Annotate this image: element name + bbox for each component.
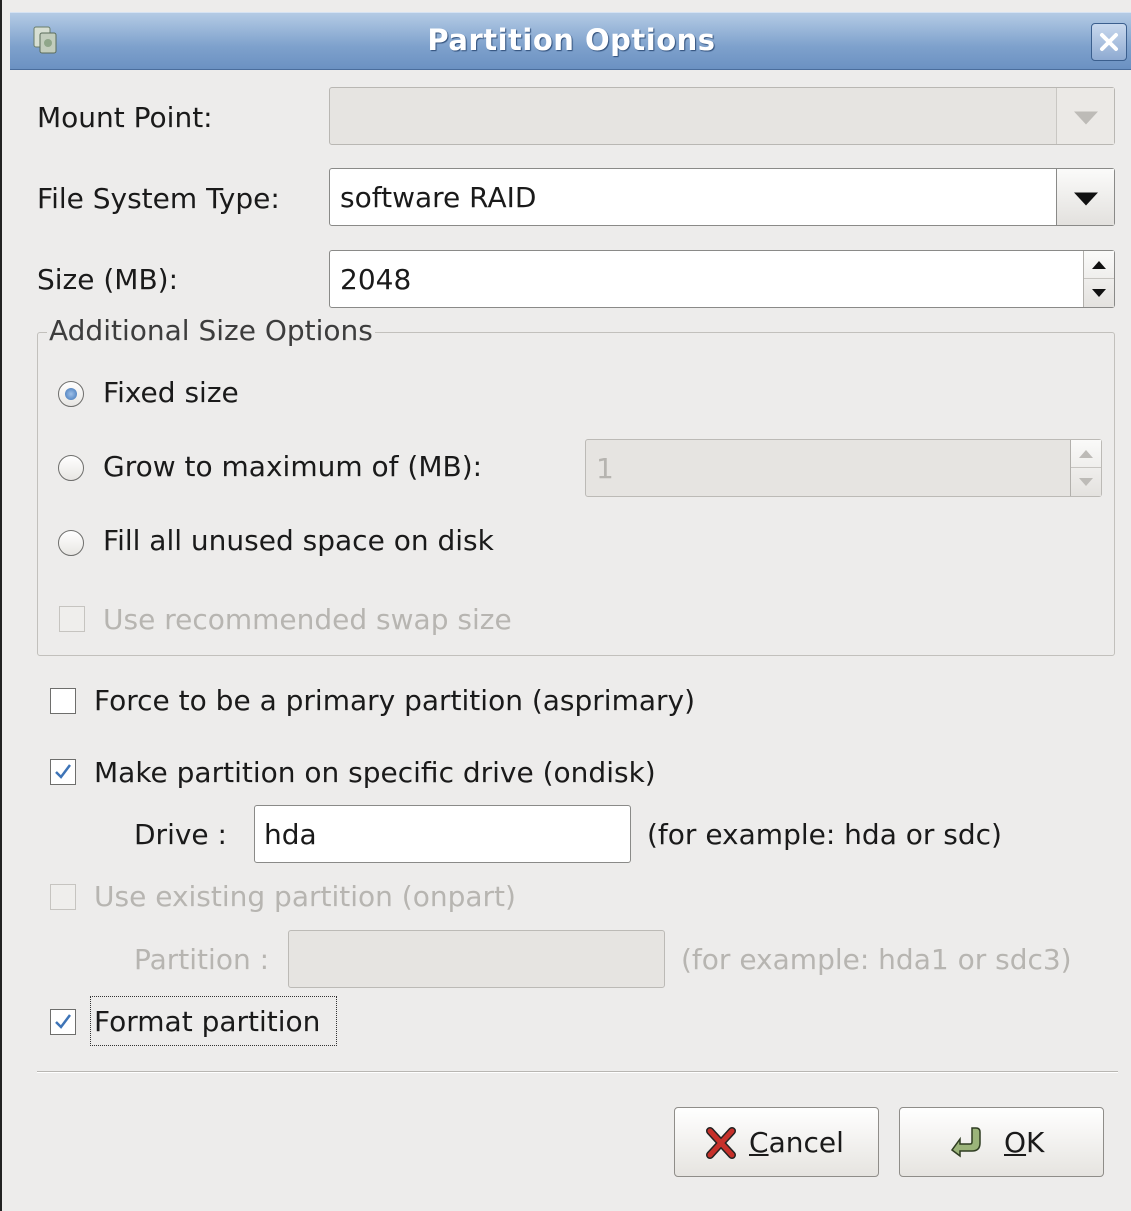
- partition-options-dialog: Partition Options Mount Point: File Syst…: [0, 0, 1131, 1211]
- checkmark-icon: [55, 1014, 71, 1029]
- fill-disk-label[interactable]: Fill all unused space on disk: [103, 524, 494, 557]
- asprimary-label[interactable]: Force to be a primary partition (asprima…: [94, 684, 695, 717]
- partition-hint: (for example: hda1 or sdc3): [681, 943, 1072, 976]
- arrow-up-icon: [1092, 260, 1106, 269]
- cancel-label: Cancel: [749, 1126, 844, 1159]
- drive-hint: (for example: hda or sdc): [647, 818, 1002, 851]
- fs-type-combo[interactable]: software RAID: [329, 168, 1115, 226]
- asprimary-checkbox[interactable]: [50, 688, 76, 714]
- close-icon: [1100, 33, 1118, 51]
- grow-max-label[interactable]: Grow to maximum of (MB):: [103, 450, 482, 483]
- arrow-down-icon: [1079, 478, 1093, 486]
- chevron-down-icon: [1073, 192, 1098, 206]
- drive-value: hda: [264, 818, 317, 851]
- grow-max-decrement: [1071, 468, 1101, 496]
- ondisk-checkbox[interactable]: [50, 759, 76, 785]
- ok-icon: [950, 1127, 981, 1158]
- mount-point-label: Mount Point:: [37, 101, 213, 134]
- checkmark-icon: [55, 764, 71, 779]
- fixed-size-label[interactable]: Fixed size: [103, 376, 239, 409]
- onpart-label: Use existing partition (onpart): [94, 880, 516, 913]
- grow-max-value: 1: [596, 452, 614, 485]
- size-spinbutton[interactable]: 2048: [329, 250, 1115, 308]
- size-decrement[interactable]: [1084, 279, 1114, 307]
- fs-type-label: File System Type:: [37, 182, 280, 215]
- onpart-checkbox: [50, 884, 76, 910]
- grow-max-increment: [1071, 440, 1101, 468]
- arrow-down-icon: [1092, 289, 1106, 297]
- partition-label: Partition :: [134, 943, 270, 976]
- format-checkbox[interactable]: [50, 1009, 76, 1035]
- arrow-up-icon: [1079, 449, 1093, 458]
- size-stepper[interactable]: [1083, 251, 1114, 307]
- swap-size-label: Use recommended swap size: [103, 603, 512, 636]
- mount-point-dropdown-button: [1056, 88, 1114, 144]
- size-label: Size (MB):: [37, 263, 179, 296]
- title-bar[interactable]: Partition Options: [10, 12, 1131, 70]
- ondisk-label[interactable]: Make partition on specific drive (ondisk…: [94, 756, 656, 789]
- format-label[interactable]: Format partition: [94, 1005, 320, 1038]
- grow-max-stepper: [1070, 440, 1101, 496]
- drive-label: Drive :: [134, 818, 227, 851]
- fill-disk-radio[interactable]: [58, 530, 84, 556]
- grow-max-spinbutton: 1: [585, 439, 1102, 497]
- fixed-size-radio[interactable]: [58, 381, 84, 407]
- size-increment[interactable]: [1084, 251, 1114, 279]
- fs-type-dropdown-button[interactable]: [1056, 169, 1114, 225]
- grow-max-radio[interactable]: [58, 455, 84, 481]
- fs-type-value: software RAID: [340, 181, 537, 214]
- size-value[interactable]: 2048: [340, 263, 411, 296]
- ok-button[interactable]: OK: [899, 1107, 1104, 1177]
- cancel-icon: [706, 1127, 736, 1159]
- drive-input[interactable]: hda: [254, 805, 631, 863]
- mount-point-combo: [329, 87, 1115, 145]
- cancel-button[interactable]: Cancel: [674, 1107, 879, 1177]
- ok-label: OK: [1004, 1126, 1045, 1159]
- partition-input: [288, 930, 665, 988]
- dialog-title: Partition Options: [427, 23, 716, 57]
- swap-size-checkbox: [59, 606, 85, 632]
- separator: [37, 1071, 1118, 1073]
- close-button[interactable]: [1091, 23, 1127, 61]
- chevron-down-icon: [1073, 111, 1098, 125]
- size-options-title: Additional Size Options: [47, 314, 375, 347]
